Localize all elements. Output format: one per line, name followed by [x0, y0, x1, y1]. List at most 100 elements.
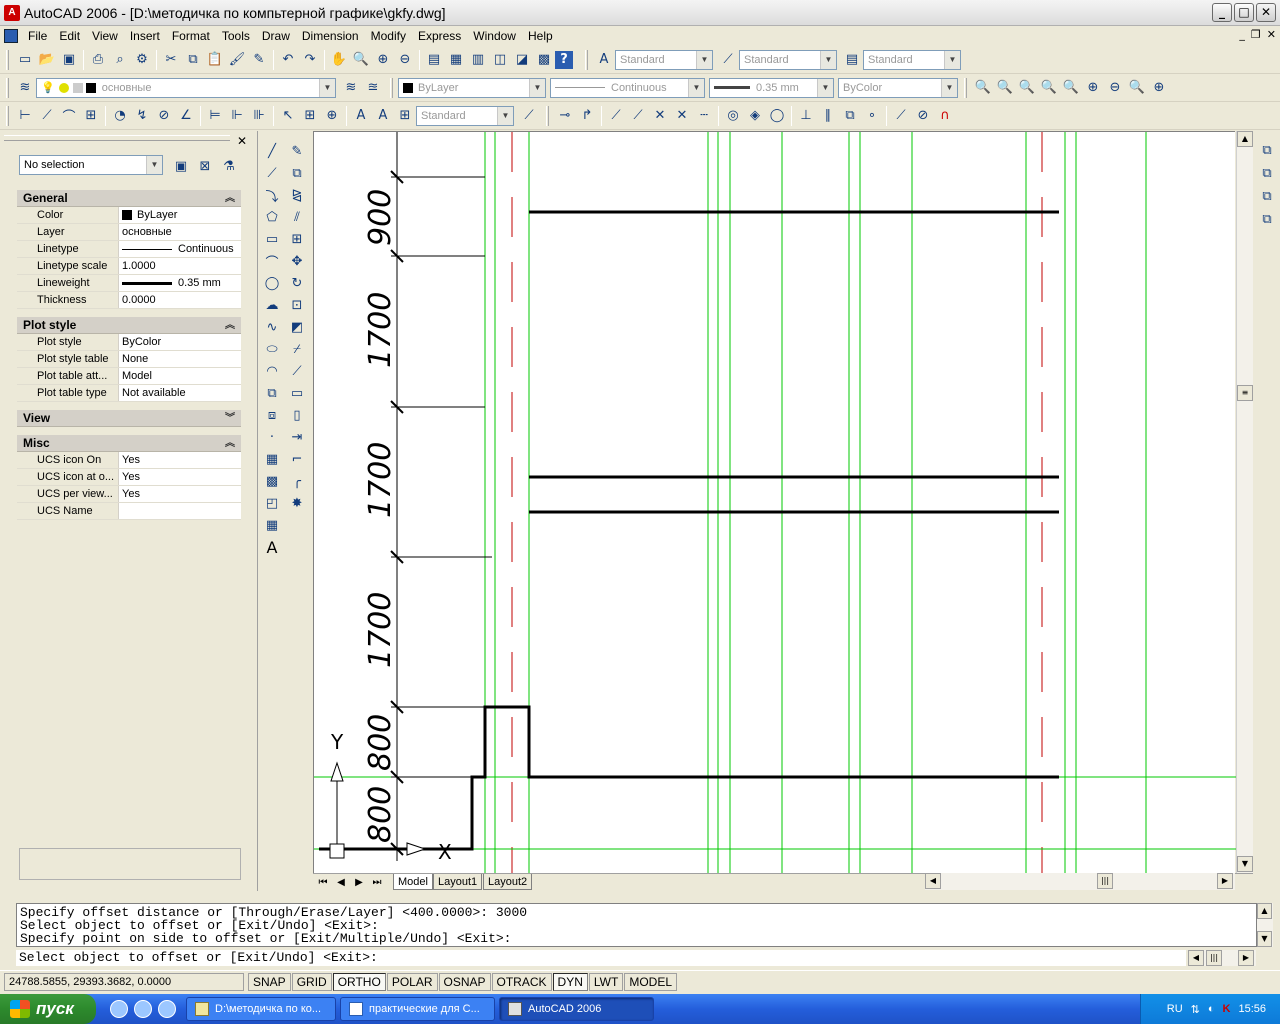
drawing-area[interactable]: 900 1700 1700 1700 800 800 Y X — [313, 131, 1236, 874]
status-osnap-button[interactable]: OSNAP — [438, 972, 491, 991]
continue-dim-icon[interactable]: ⊪ — [248, 105, 270, 127]
spline-icon[interactable]: ∿ — [261, 316, 283, 338]
prop-row[interactable]: UCS icon On Yes — [17, 452, 241, 469]
dim-update-icon[interactable]: ⊞ — [394, 105, 416, 127]
menu-insert[interactable]: Insert — [124, 29, 166, 43]
snap-extension-icon[interactable]: ┄ — [693, 105, 715, 127]
prop-row[interactable]: Layer основные — [17, 224, 241, 241]
section-plot-style[interactable]: Plot style ︽ — [17, 317, 241, 334]
select-objects-icon[interactable]: ⊠ — [194, 155, 216, 177]
radius-dim-icon[interactable]: ◔ — [109, 105, 131, 127]
zoom-center-icon[interactable]: 🔍 — [1038, 77, 1060, 99]
dim-style-combo[interactable]: Standard ▼ — [739, 49, 837, 70]
command-hscroll-thumb[interactable]: ||| — [1206, 950, 1222, 966]
drawing-svg[interactable]: 900 1700 1700 1700 800 800 Y X — [314, 132, 1236, 874]
doc-restore-button[interactable]: ❐ — [1251, 28, 1261, 41]
prop-row[interactable]: Lineweight 0.35 mm — [17, 275, 241, 292]
block-editor-icon[interactable]: ✎ — [248, 49, 270, 71]
dim-style-combo-2[interactable]: Standard ▼ — [416, 105, 514, 126]
copy-object-icon[interactable]: ⧉ — [286, 162, 308, 184]
send-under-icon[interactable]: ⧉ — [1256, 209, 1278, 230]
toolbar-grip[interactable] — [6, 77, 9, 98]
expand-icon[interactable]: ︾ — [225, 410, 235, 427]
tab-layout1[interactable]: Layout1 — [433, 874, 483, 890]
toolbar-grip[interactable] — [6, 49, 9, 70]
snap-nearest-icon[interactable]: ⟋ — [890, 105, 912, 127]
color-combo[interactable]: ByLayer ▼ — [398, 77, 546, 98]
design-center-icon[interactable]: ▦ — [445, 49, 467, 71]
bring-to-front-icon[interactable]: ⧉ — [1256, 140, 1278, 161]
send-to-back-icon[interactable]: ⧉ — [1256, 163, 1278, 184]
table-style-icon[interactable]: ▤ — [841, 49, 863, 71]
selection-combo[interactable]: No selection ▼ — [19, 155, 163, 175]
linear-dim-icon[interactable]: ⊢ — [14, 105, 36, 127]
close-button[interactable]: ✕ — [1256, 3, 1276, 22]
temp-track-icon[interactable]: ⊸ — [554, 105, 576, 127]
make-block-icon[interactable]: ⧈ — [261, 404, 283, 426]
bring-above-icon[interactable]: ⧉ — [1256, 186, 1278, 207]
command-scroll-left[interactable]: ◀ — [1188, 950, 1204, 966]
collapse-icon[interactable]: ︽ — [225, 317, 235, 334]
zoom-object-icon[interactable]: 🔍 — [1060, 77, 1082, 99]
osnap-settings-icon[interactable]: ∩ — [934, 105, 956, 127]
undo-icon[interactable]: ↶ — [277, 49, 299, 71]
match-properties-icon[interactable]: 🖌 — [226, 49, 248, 71]
dim-style-icon[interactable]: ⟋ — [717, 49, 739, 71]
zoom-realtime-icon[interactable]: 🔍 — [350, 49, 372, 71]
rotate-icon[interactable]: ↻ — [286, 272, 308, 294]
status-snap-button[interactable]: SNAP — [248, 972, 291, 991]
menu-window[interactable]: Window — [467, 29, 522, 43]
scroll-down-button[interactable]: ▼ — [1237, 856, 1253, 872]
tool-palettes-icon[interactable]: ▥ — [467, 49, 489, 71]
join-icon[interactable]: ⇥ — [286, 426, 308, 448]
section-misc[interactable]: Misc ︽ — [17, 435, 241, 452]
collapse-icon[interactable]: ︽ — [225, 190, 235, 207]
autocad-app-icon[interactable]: A — [4, 4, 20, 21]
layer-manager-icon[interactable]: ≋ — [14, 77, 36, 99]
make-current-layer-icon[interactable]: ≋ — [340, 77, 362, 99]
zoom-all-icon[interactable]: 🔍 — [1126, 77, 1148, 99]
snap-perpendicular-icon[interactable]: ⊥ — [795, 105, 817, 127]
vertical-scrollbar[interactable]: ▲ ≡ ▼ — [1236, 131, 1253, 873]
prop-row[interactable]: UCS Name — [17, 503, 241, 520]
last-tab-button[interactable]: ⏭ — [369, 875, 385, 890]
command-scroll-up[interactable]: ▲ — [1257, 903, 1272, 919]
mirror-icon[interactable]: ⧎ — [286, 184, 308, 206]
doc-minimize-button[interactable]: _ — [1239, 28, 1245, 41]
browser-icon[interactable] — [158, 1000, 176, 1018]
dimtedit-icon[interactable]: A — [372, 105, 394, 127]
command-input[interactable]: Select object to offset or [Exit/Undo] <… — [16, 950, 1186, 966]
center-mark-icon[interactable]: ⊕ — [321, 105, 343, 127]
doc-close-button[interactable]: ✕ — [1267, 28, 1276, 41]
palette-close-icon[interactable]: ✕ — [237, 134, 247, 148]
coordinate-readout[interactable]: 24788.5855, 29393.3682, 0.0000 — [4, 972, 244, 991]
leader-icon[interactable]: ↖ — [277, 105, 299, 127]
menu-file[interactable]: File — [22, 29, 53, 43]
ie-icon[interactable] — [110, 1000, 128, 1018]
status-otrack-button[interactable]: OTRACK — [491, 972, 552, 991]
tab-model[interactable]: Model — [393, 874, 433, 890]
scroll-left-button[interactable]: ◀ — [925, 873, 941, 889]
toolbar-grip[interactable] — [6, 105, 9, 126]
menu-express[interactable]: Express — [412, 29, 467, 43]
command-scrollbar[interactable]: ▲ ▼ — [1257, 903, 1273, 947]
hatch-icon[interactable]: ▦ — [261, 448, 283, 470]
arc-length-icon[interactable]: ⌒ — [58, 105, 80, 127]
new-icon[interactable]: ▭ — [14, 49, 36, 71]
ellipse-arc-icon[interactable]: ◠ — [261, 360, 283, 382]
polygon-icon[interactable]: ⬠ — [261, 206, 283, 228]
zoom-previous-icon[interactable]: ⊖ — [394, 49, 416, 71]
start-button[interactable]: пуск — [0, 994, 96, 1024]
text-style-icon[interactable]: A — [593, 49, 615, 71]
snap-insert-icon[interactable]: ⧉ — [839, 105, 861, 127]
snap-center-icon[interactable]: ◎ — [722, 105, 744, 127]
erase-icon[interactable]: ✎ — [286, 140, 308, 162]
snap-node-icon[interactable]: ∘ — [861, 105, 883, 127]
menu-edit[interactable]: Edit — [53, 29, 86, 43]
pan-icon[interactable]: ✋ — [328, 49, 350, 71]
snap-intersection-icon[interactable]: ✕ — [649, 105, 671, 127]
antivirus-icon[interactable]: K — [1223, 1003, 1231, 1015]
scale-icon[interactable]: ⊡ — [286, 294, 308, 316]
speaker-icon[interactable]: ◐ — [1208, 1003, 1215, 1015]
open-icon[interactable]: 📂 — [36, 49, 58, 71]
